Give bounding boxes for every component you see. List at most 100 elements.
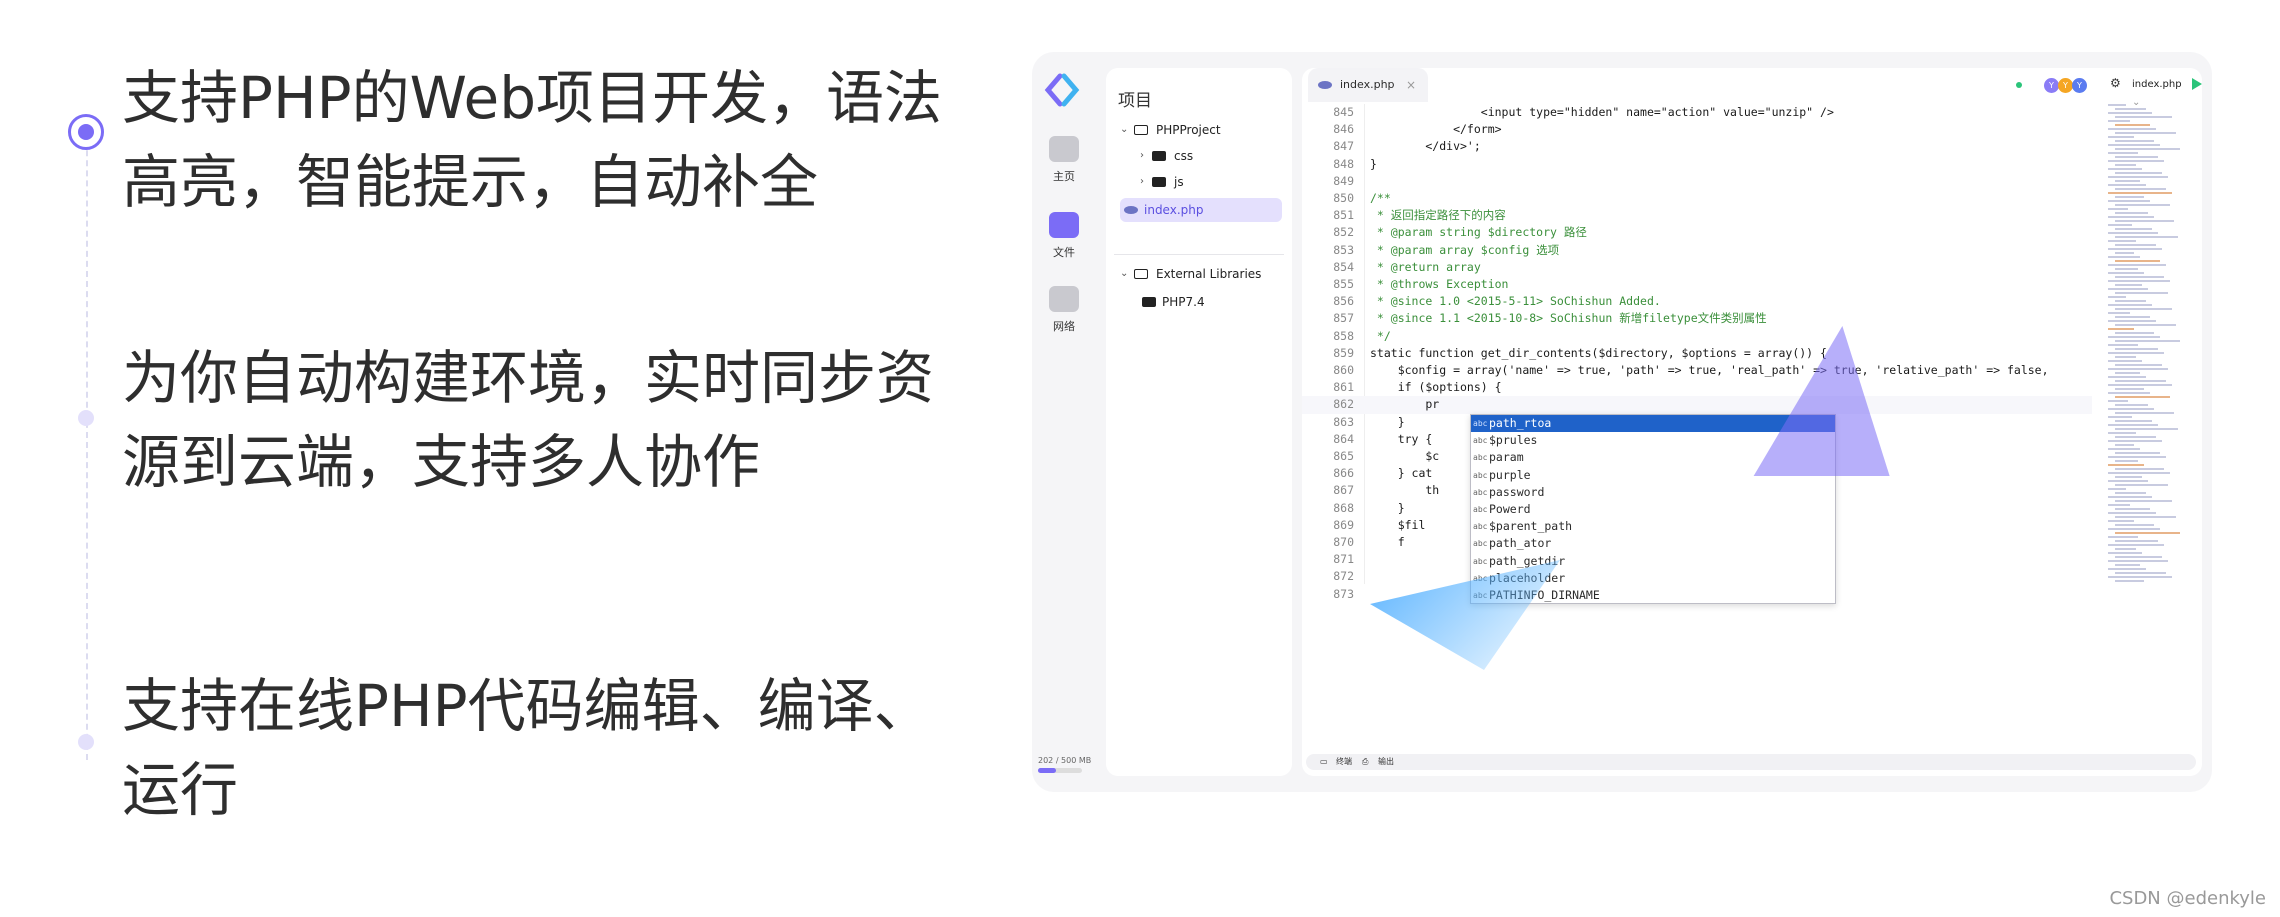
line-number: 851 [1333, 208, 1354, 223]
run-target-select[interactable]: index.php ⌄ [2132, 76, 2184, 108]
minimap-line [2115, 468, 2164, 470]
code-line[interactable]: 862 pr [1302, 396, 2092, 414]
activity-network[interactable]: 网络 [1036, 286, 1092, 334]
autocomplete-item[interactable]: abc $parent_path [1471, 518, 1835, 535]
minimap-line [2115, 140, 2154, 142]
line-number: 858 [1333, 328, 1354, 343]
minimap-line [2115, 316, 2150, 318]
minimap-line [2108, 568, 2146, 570]
line-content: $fil [1370, 517, 1426, 532]
code-line[interactable]: 858 */ [1302, 328, 2092, 345]
feature-1: 支持PHP的Web项目开发，语法 高亮，智能提示，自动补全 [122, 56, 982, 224]
minimap-line [2115, 324, 2176, 326]
minimap-line [2108, 448, 2140, 450]
suggestion-label: path_rtoa [1489, 416, 1552, 430]
line-content: * @throws Exception [1370, 277, 1509, 291]
suggestion-kind-label: abc [1473, 470, 1488, 480]
line-number: 848 [1333, 156, 1354, 171]
minimap-line [2108, 104, 2126, 106]
minimap-line [2115, 548, 2136, 550]
code-line[interactable]: 845 <input type="hidden" name="action" v… [1302, 104, 2092, 121]
line-number: 852 [1333, 225, 1354, 240]
line-content: * @since 1.0 <2015-5-11> SoChishun Added… [1370, 294, 1661, 309]
minimap-line [2108, 552, 2142, 554]
code-line[interactable]: 848} [1302, 156, 2092, 173]
autocomplete-item[interactable]: abc Powerd [1471, 501, 1835, 518]
line-content: $c [1370, 449, 1440, 463]
run-icon[interactable] [2192, 78, 2202, 90]
tab-index-php[interactable]: index.php × [1308, 68, 1428, 102]
minimap-line [2108, 400, 2128, 402]
line-number: 866 [1333, 466, 1354, 481]
code-line[interactable]: 850 /** [1302, 190, 2092, 207]
minimap-line [2115, 380, 2166, 382]
tree-item-phpproject[interactable]: ⌄ PHPProject [1106, 118, 1292, 142]
avatar[interactable]: Y [2072, 78, 2087, 93]
code-line[interactable]: 861 if ($options) { [1302, 379, 2092, 396]
user-settings-icon[interactable]: ⚙ [2110, 76, 2121, 90]
minimap-line [2115, 212, 2148, 214]
minimap-line [2108, 480, 2148, 482]
code-line[interactable]: 852 * @param string $directory 路径 [1302, 224, 2092, 241]
code-line[interactable]: 853 * @param array $config 选项 [1302, 242, 2092, 259]
line-content: } [1370, 500, 1405, 515]
project-explorer: 项目 ⌄ PHPProject › css › js index.php ⌄ E… [1106, 68, 1292, 776]
close-icon[interactable]: × [1406, 68, 1416, 102]
line-number: 860 [1333, 363, 1354, 377]
minimap-line [2108, 360, 2142, 362]
line-number: 845 [1333, 105, 1354, 119]
line-number: 869 [1333, 517, 1354, 532]
code-line[interactable]: 859 static function get_dir_contents($dir… [1302, 345, 2092, 362]
line-content: * @since 1.1 <2015-10-8> SoChishun 新增fil… [1370, 311, 1767, 326]
terminal-tab[interactable]: 终端 [1336, 754, 1352, 770]
tree-item-css[interactable]: › css [1106, 144, 1292, 168]
tree-item-label: css [1174, 149, 1194, 163]
code-line[interactable]: 856 * @since 1.0 <2015-5-11> SoChishun A… [1302, 293, 2092, 310]
minimap-line [2115, 404, 2148, 406]
minimap-line [2115, 300, 2146, 302]
activity-files[interactable]: 文件 [1036, 212, 1092, 260]
code-line[interactable]: 849 [1302, 173, 2092, 190]
minimap-line [2108, 216, 2154, 218]
line-number: 868 [1333, 500, 1354, 515]
suggestion-kind-label: abc [1473, 419, 1488, 428]
minimap-line [2108, 376, 2146, 378]
folder-open-icon [1134, 269, 1148, 279]
tree-item-index-php[interactable]: index.php [1120, 198, 1282, 222]
line-number: 863 [1333, 414, 1354, 429]
minimap-line [2108, 288, 2148, 290]
code-line[interactable]: 860 $config = array('name' => true, 'pat… [1302, 362, 2092, 379]
code-line[interactable]: 846 </form> [1302, 121, 2092, 138]
autocomplete-item[interactable]: abc path_getdir [1471, 553, 1835, 570]
minimap-line [2108, 128, 2156, 130]
output-tab[interactable]: 输出 [1378, 754, 1394, 770]
autocomplete-item[interactable]: abc password [1471, 484, 1835, 501]
minimap-line [2115, 396, 2170, 398]
line-content: static function get_dir_contents($direct… [1370, 345, 1827, 360]
tree-item-php74[interactable]: PHP7.4 [1106, 290, 1292, 314]
minimap-line [2115, 556, 2162, 558]
line-content: } cat [1370, 466, 1433, 481]
minimap-line [2115, 228, 2152, 230]
avatar[interactable]: Y [2044, 78, 2059, 93]
tree-item-js[interactable]: › js [1106, 170, 1292, 194]
avatar[interactable]: Y [2058, 78, 2073, 93]
storage-quota-bar [1038, 768, 1082, 773]
line-content: */ [1370, 328, 1391, 343]
folder-icon [1152, 151, 1166, 161]
minimap-line [2108, 232, 2158, 234]
minimap-line [2115, 340, 2180, 342]
code-line[interactable]: 851 * 返回指定路径下的内容 [1302, 207, 2092, 224]
tree-item-external-libraries[interactable]: ⌄ External Libraries [1106, 262, 1292, 286]
autocomplete-item[interactable]: abc path_ator [1471, 535, 1835, 552]
activity-home[interactable]: 主页 [1036, 136, 1092, 184]
code-line[interactable]: 854 * @return array [1302, 259, 2092, 276]
code-line[interactable]: 855 * @throws Exception [1302, 276, 2092, 293]
code-editor: index.php × Y Y Y ⚙ index.php ⌄ 845 <inp… [1302, 68, 2202, 776]
code-line[interactable]: 847 </div>'; [1302, 138, 2092, 155]
code-line[interactable]: 857 * @since 1.1 <2015-10-8> SoChishun 新… [1302, 310, 2092, 327]
minimap-line [2108, 520, 2134, 522]
minimap-line [2115, 292, 2168, 294]
minimap-line [2115, 204, 2170, 206]
minimap[interactable] [2104, 104, 2194, 584]
